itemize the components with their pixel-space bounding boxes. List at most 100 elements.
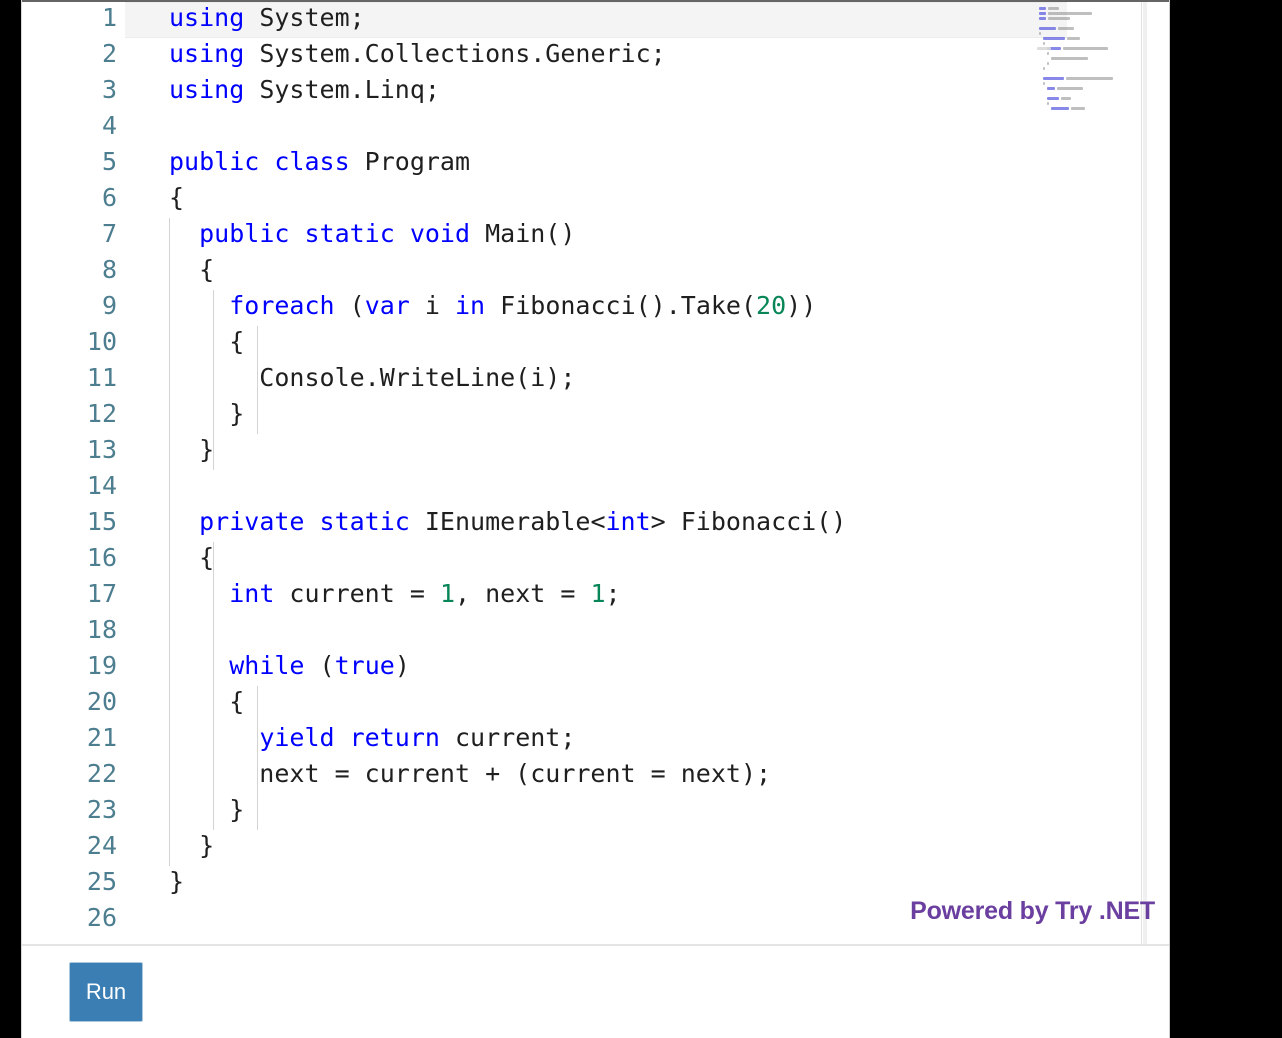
minimap-line	[1063, 47, 1108, 50]
code-line-text: public class Program	[125, 144, 470, 180]
minimap-line	[1058, 27, 1074, 30]
code-line[interactable]: {	[125, 180, 1169, 216]
minimap-line	[1047, 97, 1059, 100]
code-line[interactable]: yield return current;	[125, 720, 1169, 756]
line-number: 16	[86, 543, 117, 572]
line-number: 1	[101, 3, 117, 32]
minimap-line	[1043, 42, 1045, 45]
code-line[interactable]: public static void Main()	[125, 216, 1169, 252]
code-line[interactable]: }	[125, 792, 1169, 828]
code-token: {	[169, 183, 185, 212]
code-token: }	[169, 399, 245, 428]
code-token: (	[334, 291, 365, 320]
line-number: 20	[86, 687, 117, 716]
code-line-text: }	[125, 432, 214, 468]
minimap-line	[1047, 102, 1049, 105]
code-token: in	[455, 291, 486, 320]
code-line[interactable]: foreach (var i in Fibonacci().Take(20))	[125, 288, 1169, 324]
code-line[interactable]	[125, 468, 1169, 504]
code-line[interactable]: }	[125, 828, 1169, 864]
code-line[interactable]: int current = 1, next = 1;	[125, 576, 1169, 612]
code-line[interactable]: {	[125, 540, 1169, 576]
minimap-line	[1043, 67, 1045, 70]
code-line[interactable]: }	[125, 432, 1169, 468]
code-token: 1	[590, 579, 606, 608]
code-line[interactable]: Console.WriteLine(i);	[125, 360, 1169, 396]
minimap-line	[1047, 62, 1049, 65]
minimap-line	[1066, 77, 1113, 80]
code-token: System.Collections.Generic;	[244, 39, 666, 68]
code-line-text: {	[125, 324, 244, 360]
code-token: Main()	[470, 219, 576, 248]
code-line[interactable]: public class Program	[125, 144, 1169, 180]
code-line[interactable]: using System.Collections.Generic;	[125, 36, 1169, 72]
minimap-line	[1067, 37, 1080, 40]
code-token: next = current + (current = next);	[169, 759, 772, 788]
code-line-text: next = current + (current = next);	[125, 756, 771, 792]
code-line[interactable]	[125, 108, 1169, 144]
code-line-text: {	[125, 252, 214, 288]
code-line[interactable]: next = current + (current = next);	[125, 756, 1169, 792]
code-line-text: private static IEnumerable<int> Fibonacc…	[125, 504, 846, 540]
code-token: {	[169, 327, 245, 356]
code-token: public class	[169, 147, 350, 176]
try-dotnet-panel: 1 2 3 4 5 6 7 8 9 10 11 12 13 14 15 16 17 18 19 20 21 22 23 24 2…	[21, 0, 1170, 1038]
minimap-line	[1048, 17, 1070, 20]
code-token: ))	[786, 291, 817, 320]
code-token: int	[605, 507, 651, 536]
code-line[interactable]: }	[125, 396, 1169, 432]
code-token: foreach	[229, 291, 335, 320]
minimap-line	[1057, 87, 1083, 90]
code-token: Console.WriteLine(i);	[169, 363, 576, 392]
line-number: 13	[86, 435, 117, 464]
code-line-text: yield return current;	[125, 720, 575, 756]
code-line[interactable]	[125, 612, 1169, 648]
code-line-text: public static void Main()	[125, 216, 575, 252]
line-number: 18	[86, 615, 117, 644]
code-token: }	[169, 435, 215, 464]
code-line[interactable]: using System;	[125, 0, 1169, 36]
code-token: current =	[274, 579, 440, 608]
run-button[interactable]: Run	[69, 962, 143, 1022]
code-line-text: using System.Collections.Generic;	[125, 36, 666, 72]
code-token: 1	[439, 579, 456, 608]
line-number: 2	[101, 39, 117, 68]
code-content[interactable]: using System; using System.Collections.Ge…	[125, 0, 1169, 944]
code-line-text: }	[125, 864, 184, 900]
code-token: Program	[349, 147, 471, 176]
line-number: 14	[86, 471, 117, 500]
code-line[interactable]: {	[125, 252, 1169, 288]
code-token: using	[169, 75, 245, 104]
code-line[interactable]: while (true)	[125, 648, 1169, 684]
code-line[interactable]: }	[125, 864, 1169, 900]
code-token: (	[304, 651, 335, 680]
minimap-line	[1043, 37, 1065, 40]
code-token: public static void	[199, 219, 471, 248]
code-line[interactable]: {	[125, 684, 1169, 720]
code-token: 20	[756, 291, 787, 320]
code-token: current;	[439, 723, 576, 752]
code-line-text: using System;	[125, 0, 365, 36]
code-line[interactable]: using System.Linq;	[125, 72, 1169, 108]
minimap-line	[1051, 107, 1069, 110]
code-line[interactable]: private static IEnumerable<int> Fibonacc…	[125, 504, 1169, 540]
code-token: System.Linq;	[244, 75, 440, 104]
code-token: > Fibonacci()	[650, 507, 847, 536]
code-token: }	[169, 867, 185, 896]
code-overview-minimap[interactable]	[1037, 5, 1141, 113]
code-line-text: {	[125, 684, 244, 720]
line-number: 26	[86, 903, 117, 932]
code-token: IEnumerable<	[409, 507, 606, 536]
code-line[interactable]: {	[125, 324, 1169, 360]
code-line-text: }	[125, 828, 214, 864]
minimap-line	[1048, 7, 1059, 10]
minimap-line	[1047, 52, 1049, 55]
code-editor[interactable]: 1 2 3 4 5 6 7 8 9 10 11 12 13 14 15 16 17 18 19 20 21 22 23 24 2…	[22, 0, 1169, 944]
